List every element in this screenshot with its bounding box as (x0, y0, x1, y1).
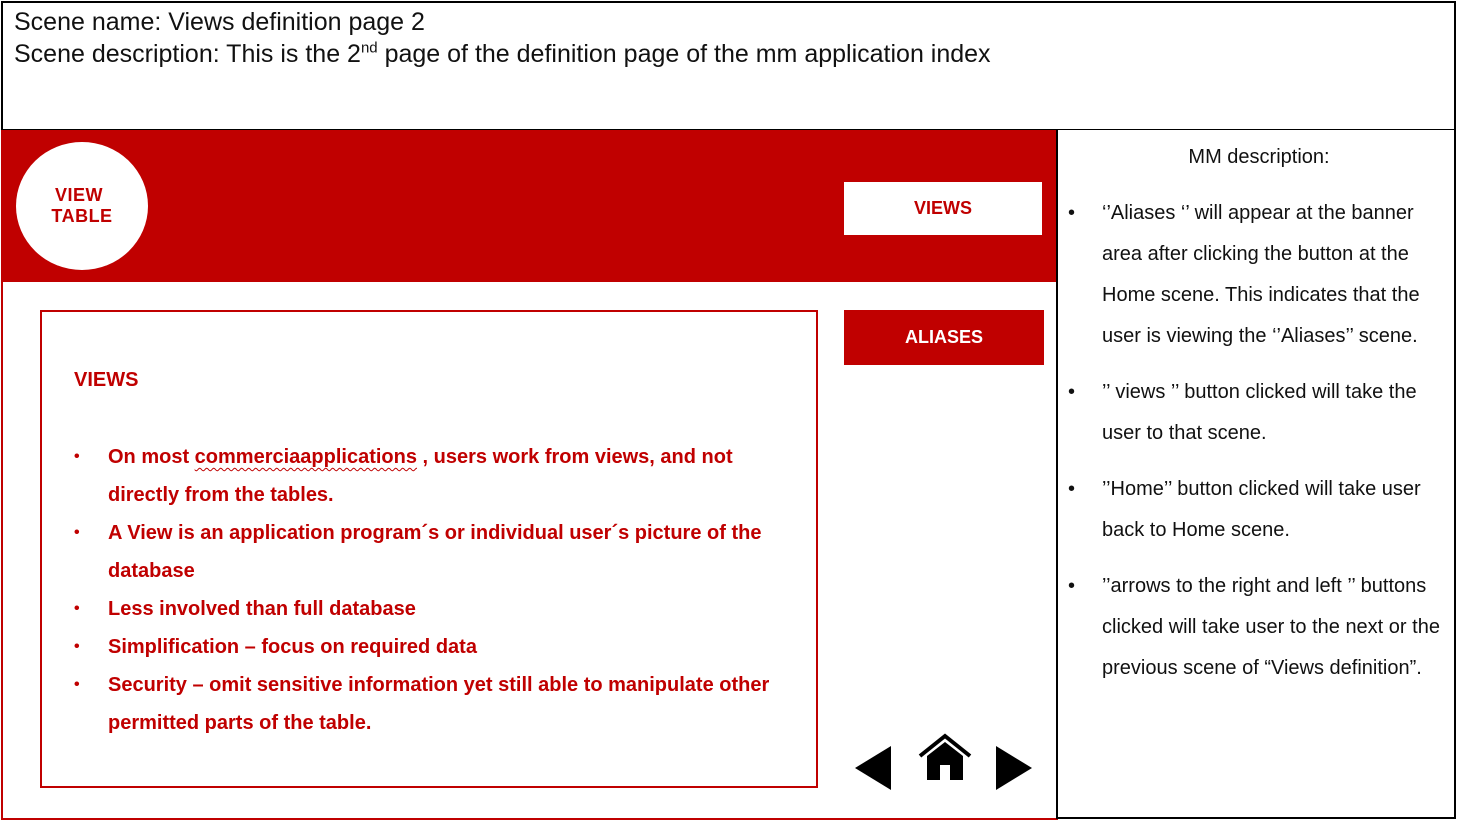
aliases-button[interactable]: ALIASES (844, 310, 1044, 365)
scene-description: Scene description: This is the 2nd page … (14, 39, 991, 68)
logo-circle: VIEW TABLE (16, 142, 148, 270)
arrow-left-icon[interactable] (855, 746, 891, 790)
logo-line-1: VIEW (54, 185, 103, 205)
list-item: A View is an application program´s or in… (74, 514, 789, 590)
home-icon[interactable] (917, 732, 973, 782)
scene-name: Scene name: Views definition page 2 (14, 8, 425, 36)
list-item: ’’arrows to the right and left ’’ button… (1068, 566, 1448, 689)
list-item: Less involved than full database (74, 590, 789, 628)
misspelled-word: commerciaapplications (194, 446, 417, 468)
arrow-right-icon[interactable] (996, 746, 1032, 790)
views-button[interactable]: VIEWS (844, 182, 1042, 235)
list-item: Security – omit sensitive information ye… (74, 666, 789, 742)
list-item: ’’ views ’’ button clicked will take the… (1068, 372, 1448, 454)
logo-line-2: TABLE (51, 206, 113, 226)
list-item: ‘’Aliases ‘’ will appear at the banner a… (1068, 193, 1448, 357)
description-title: MM description: (1188, 146, 1330, 168)
content-bullets: On most commerciaapplications , users wo… (74, 438, 789, 742)
app-mockup: VIEW TABLE VIEWS ALIASES VIEWS On most c… (1, 130, 1058, 820)
list-item: On most commerciaapplications , users wo… (74, 438, 789, 514)
mm-description-panel: MM description: ‘’Aliases ‘’ will appear… (1056, 130, 1456, 819)
list-item: Simplification – focus on required data (74, 628, 789, 666)
description-list: ‘’Aliases ‘’ will appear at the banner a… (1068, 193, 1448, 704)
content-box: VIEWS On most commerciaapplications , us… (40, 310, 818, 788)
scene-header: Scene name: Views definition page 2 Scen… (1, 1, 1456, 131)
list-item: ’’Home’’ button clicked will take user b… (1068, 469, 1448, 551)
banner: VIEW TABLE VIEWS (3, 130, 1058, 282)
content-title: VIEWS (74, 369, 139, 391)
